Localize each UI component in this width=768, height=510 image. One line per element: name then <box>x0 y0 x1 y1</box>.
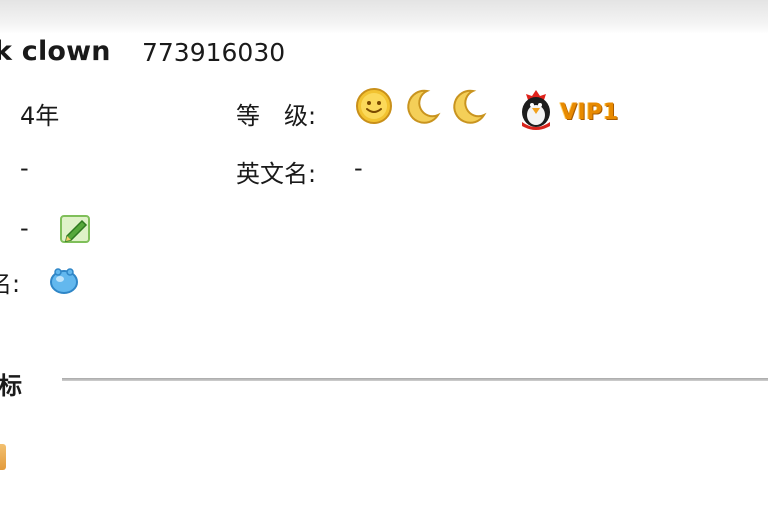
vip-level-text[interactable]: VIP1 <box>560 100 619 125</box>
sun-smiley-icon <box>356 88 392 124</box>
green-pencil-icon[interactable] <box>58 212 94 246</box>
window-top-band <box>0 0 768 34</box>
qq-penguin-vip-icon[interactable] <box>516 88 556 132</box>
moon-icon <box>407 89 441 124</box>
row2-value: - <box>20 154 29 182</box>
partial-icon <box>0 444 6 470</box>
english-name-label: 英文名: <box>236 160 317 188</box>
row2-label: : <box>0 154 2 182</box>
age-value: 4年 <box>20 102 60 130</box>
blue-chat-bubble-icon[interactable] <box>48 264 80 296</box>
section-divider <box>62 378 768 381</box>
row4-label: 名: <box>0 270 21 298</box>
nickname: k clown <box>0 36 111 67</box>
row3-value: - <box>20 214 29 242</box>
section-title: 标 <box>0 372 22 400</box>
row3-label: : <box>0 214 2 242</box>
moon-icon <box>453 89 487 124</box>
level-label: 等 级: <box>236 102 317 130</box>
english-name-value: - <box>354 154 363 182</box>
qq-number: 773916030 <box>142 38 286 67</box>
